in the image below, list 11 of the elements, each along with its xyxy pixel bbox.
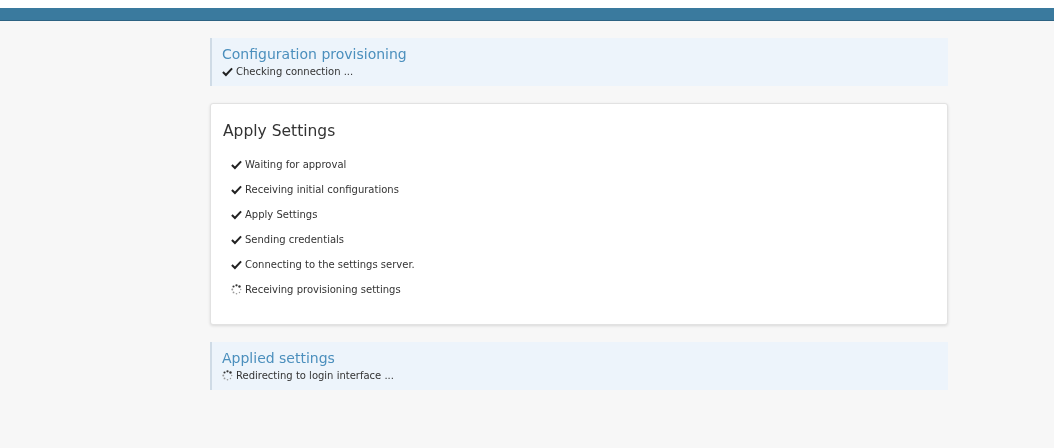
step-label: Redirecting to login interface ... xyxy=(236,370,394,381)
step-label: Sending credentials xyxy=(245,234,345,245)
panel-title: Apply Settings xyxy=(223,122,337,140)
step-label: Apply Settings xyxy=(245,209,318,220)
panel-title: Configuration provisioning xyxy=(222,46,408,62)
panel-title: Applied settings xyxy=(222,350,336,366)
step-label: Receiving provisioning settings xyxy=(245,284,401,295)
step-label: Waiting for approval xyxy=(245,159,347,170)
step-label: Connecting to the settings server. xyxy=(245,259,415,270)
step-label: Receiving initial configurations xyxy=(245,184,399,195)
step-label: Checking connection ... xyxy=(236,66,354,77)
